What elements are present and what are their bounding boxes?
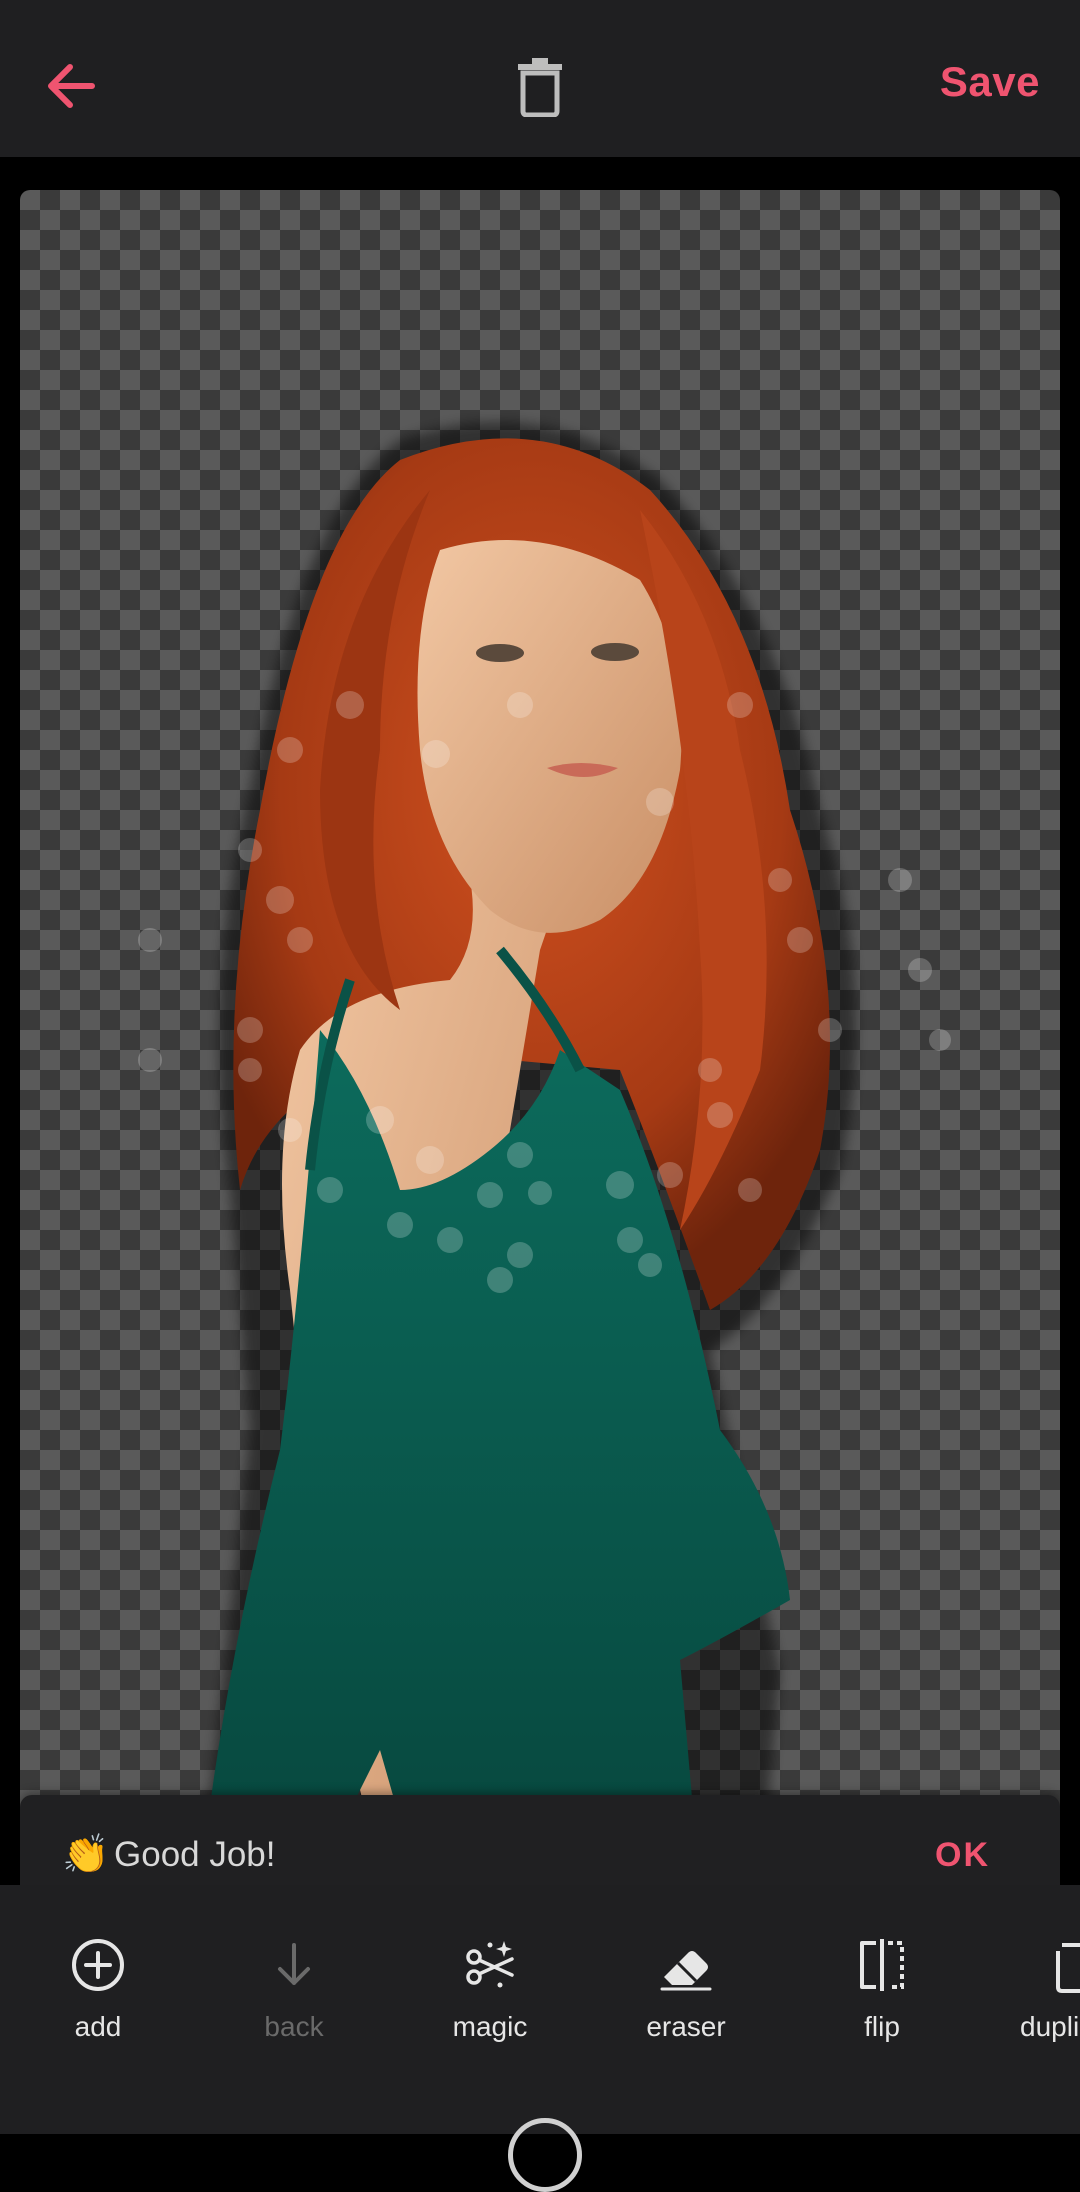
tool-magic-label: magic — [452, 2011, 528, 2042]
tool-magic[interactable]: magic — [420, 1935, 560, 2065]
toast-ok-button[interactable]: OK — [935, 1825, 990, 1885]
trash-icon — [518, 58, 562, 118]
tool-back[interactable]: back — [224, 1935, 364, 2065]
tool-add[interactable]: add — [28, 1935, 168, 2065]
save-button[interactable]: Save — [940, 58, 1040, 118]
bottom-toolbar: add back magic eraser flip dupli — [0, 1885, 1080, 2192]
magic-scissors-icon — [466, 1941, 514, 1988]
tool-eraser[interactable]: eraser — [616, 1935, 756, 2065]
tool-add-label: add — [74, 2011, 122, 2042]
eraser-icon — [660, 1951, 712, 1991]
tool-duplicate[interactable]: dupli — [1008, 1935, 1080, 2065]
home-indicator — [508, 2118, 582, 2192]
duplicate-icon — [1056, 1943, 1080, 1993]
delete-button[interactable] — [515, 55, 565, 118]
toast-message: Good Job! — [114, 1835, 276, 1874]
arrow-left-icon — [48, 64, 95, 108]
flip-icon — [860, 1939, 904, 1991]
plus-circle-icon — [72, 1939, 124, 1991]
top-app-bar: Save — [0, 0, 1080, 157]
arrow-down-icon — [278, 1943, 310, 1985]
tool-flip[interactable]: flip — [812, 1935, 952, 2065]
editing-canvas[interactable] — [20, 190, 1060, 1890]
back-button[interactable] — [40, 55, 102, 117]
tool-eraser-label: eraser — [646, 2011, 726, 2042]
clapping-hands-emoji: 👏 — [62, 1834, 110, 1876]
tool-duplicate-label: dupli — [1020, 2011, 1080, 2042]
cutout-portrait-image — [138, 422, 951, 1890]
tool-back-label: back — [264, 2011, 324, 2042]
tool-flip-label: flip — [864, 2011, 900, 2042]
